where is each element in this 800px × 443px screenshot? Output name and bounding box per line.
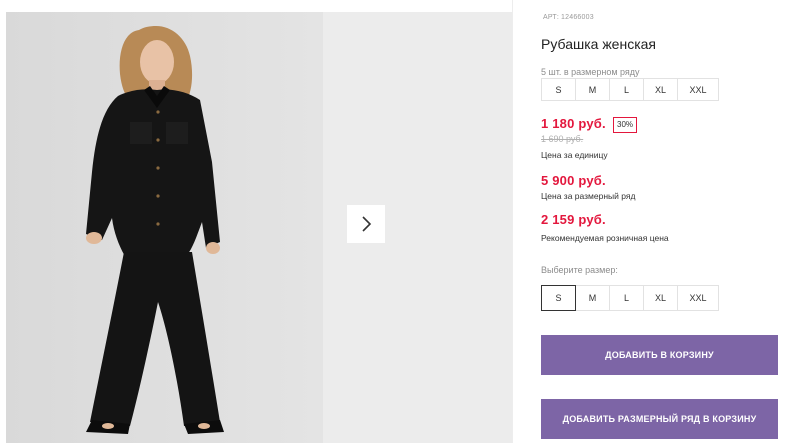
row-price: 5 900 руб. [541, 173, 606, 188]
gallery-next-button[interactable] [347, 205, 385, 243]
row-price-caption: Цена за размерный ряд [541, 191, 636, 201]
sku-value: 12466003 [561, 14, 594, 21]
unit-price: 1 180 руб. [541, 116, 606, 131]
discount-badge: 30% [613, 117, 638, 133]
pack-size-item: XL [643, 78, 678, 101]
size-option-l[interactable]: L [609, 285, 644, 311]
pack-size-item: M [575, 78, 610, 101]
retail-price: 2 159 руб. [541, 212, 606, 227]
product-title: Рубашка женская [541, 36, 657, 52]
product-sku: АРТ: 12466003 [541, 14, 594, 21]
pack-size-list: S M L XL XXL [541, 78, 719, 101]
old-price: 1 690 руб. [541, 134, 584, 144]
retail-price-caption: Рекомендуемая розничная цена [541, 233, 669, 243]
model-figure [6, 12, 323, 443]
pack-size-item: L [609, 78, 644, 101]
add-size-row-to-cart-button[interactable]: ДОБАВИТЬ РАЗМЕРНЫЙ РЯД В КОРЗИНУ [541, 399, 778, 439]
chevron-right-icon [362, 216, 372, 232]
size-option-xl[interactable]: XL [643, 285, 678, 311]
size-option-xxl[interactable]: XXL [677, 285, 719, 311]
size-selector: S M L XL XXL [541, 285, 719, 311]
product-gallery [0, 12, 512, 443]
pack-size-note: 5 шт. в размерном ряду [541, 67, 640, 77]
size-option-m[interactable]: M [575, 285, 610, 311]
add-to-cart-button[interactable]: ДОБАВИТЬ В КОРЗИНУ [541, 335, 778, 375]
sku-label: АРТ: [543, 14, 560, 21]
panel-divider [512, 0, 513, 443]
unit-price-caption: Цена за единицу [541, 150, 608, 160]
choose-size-label: Выберите размер: [541, 265, 618, 275]
pack-size-item: XXL [677, 78, 719, 101]
pack-size-item: S [541, 78, 576, 101]
size-option-s[interactable]: S [541, 285, 576, 311]
product-photo-main[interactable] [6, 12, 323, 443]
